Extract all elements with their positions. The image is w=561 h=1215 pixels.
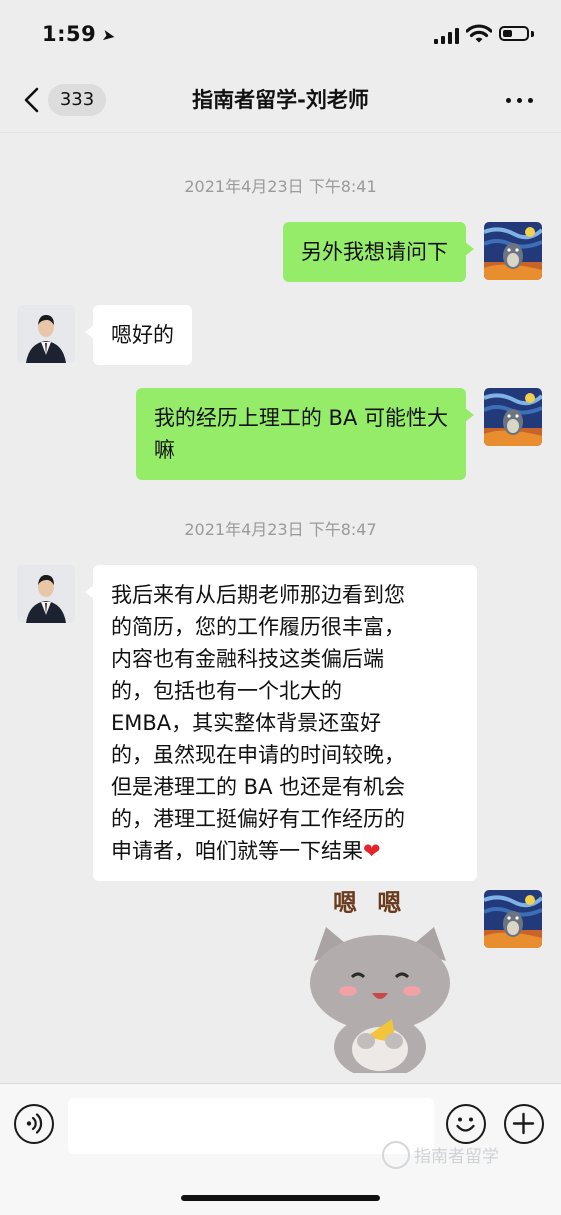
message-text: 的，虽然现在申请的时间较晚， (111, 743, 405, 767)
smiley-face-icon (456, 1117, 475, 1132)
message-text: 嗯好的 (111, 323, 174, 347)
teacher-avatar[interactable] (17, 565, 75, 623)
message-text-segment: 申请者，咱们就等一下结果 (111, 839, 363, 863)
message-text: 我后来有从后期老师那边看到您 (111, 583, 405, 607)
my-avatar[interactable] (484, 388, 542, 446)
message-text: 嘛 (153, 438, 175, 462)
time-text: 1:59 (42, 22, 97, 46)
more-functions-button[interactable] (504, 1104, 544, 1144)
my-avatar[interactable] (484, 890, 542, 948)
message-text: 内容也有金融科技这类偏后端 (111, 647, 384, 671)
message-text: 的简历，您的工作履历很丰富， (111, 615, 405, 639)
more-options-icon[interactable] (506, 98, 534, 104)
starry-night-totoro-avatar-image (484, 890, 542, 948)
message-timestamp: 2021年4月23日 下午8:47 (184, 520, 377, 539)
message-text: 的，港理工挺偏好有工作经历的 (111, 807, 405, 831)
teacher-avatar[interactable] (17, 305, 75, 363)
cellular-signal-icon (434, 28, 460, 44)
battery-icon (499, 26, 529, 41)
my-avatar[interactable] (484, 222, 542, 280)
incoming-message-bubble[interactable]: 嗯好的 (85, 305, 192, 365)
wifi-icon (466, 24, 492, 43)
plus-icon (512, 1112, 535, 1135)
message-text: 我的经历上理工的 BA 可能性大 (153, 406, 448, 430)
teacher-portrait-image (17, 305, 75, 363)
chat-header: 333 指南者留学-刘老师 (0, 70, 561, 133)
chat-title: 指南者留学-刘老师 (192, 88, 369, 112)
emoji-button[interactable] (446, 1104, 486, 1144)
cat-sticker-message[interactable]: 嗯 嗯 (300, 883, 460, 1073)
outgoing-message-bubble[interactable]: 我的经历上理工的 BA 可能性大 嘛 (135, 388, 475, 480)
message-input[interactable] (68, 1098, 434, 1154)
message-text: 但是港理工的 BA 也还是有机会 (111, 775, 406, 799)
message-text: 另外我想请问下 (301, 240, 448, 264)
message-text: EMBA，其实整体背景还蛮好 (111, 711, 382, 735)
teacher-portrait-image (17, 565, 75, 623)
starry-night-totoro-avatar-image (484, 388, 542, 446)
status-time: 1:59 ➤ (42, 22, 118, 47)
message-list[interactable]: 2021年4月23日 下午8:41 另外我想请问下 嗯好的 我的经历上理工的 B… (0, 133, 561, 1083)
battery-level (503, 30, 512, 37)
watermark-text: 指南者留学 (414, 1147, 499, 1167)
status-bar: 1:59 ➤ (0, 0, 561, 70)
message-text: 申请者，咱们就等一下结果❤ (111, 835, 459, 867)
message-timestamp: 2021年4月23日 下午8:41 (184, 177, 377, 196)
watermark-logo (382, 1141, 410, 1169)
message-text: 的，包括也有一个北大的 (111, 679, 342, 703)
battery-cap (531, 31, 534, 37)
sticker-caption: 嗯 嗯 (333, 889, 408, 917)
location-arrow-icon: ➤ (100, 24, 118, 47)
red-heart-emoji: ❤ (363, 839, 381, 863)
home-indicator[interactable] (181, 1195, 380, 1201)
voice-input-button[interactable] (14, 1104, 54, 1144)
incoming-message-bubble[interactable]: 我后来有从后期老师那边看到您 的简历，您的工作履历很丰富， 内容也有金融科技这类… (85, 565, 477, 881)
cat-sticker-image (310, 927, 450, 1073)
starry-night-totoro-avatar-image (484, 222, 542, 280)
outgoing-message-bubble[interactable]: 另外我想请问下 (283, 222, 474, 282)
voice-wave-icon (26, 1113, 43, 1134)
